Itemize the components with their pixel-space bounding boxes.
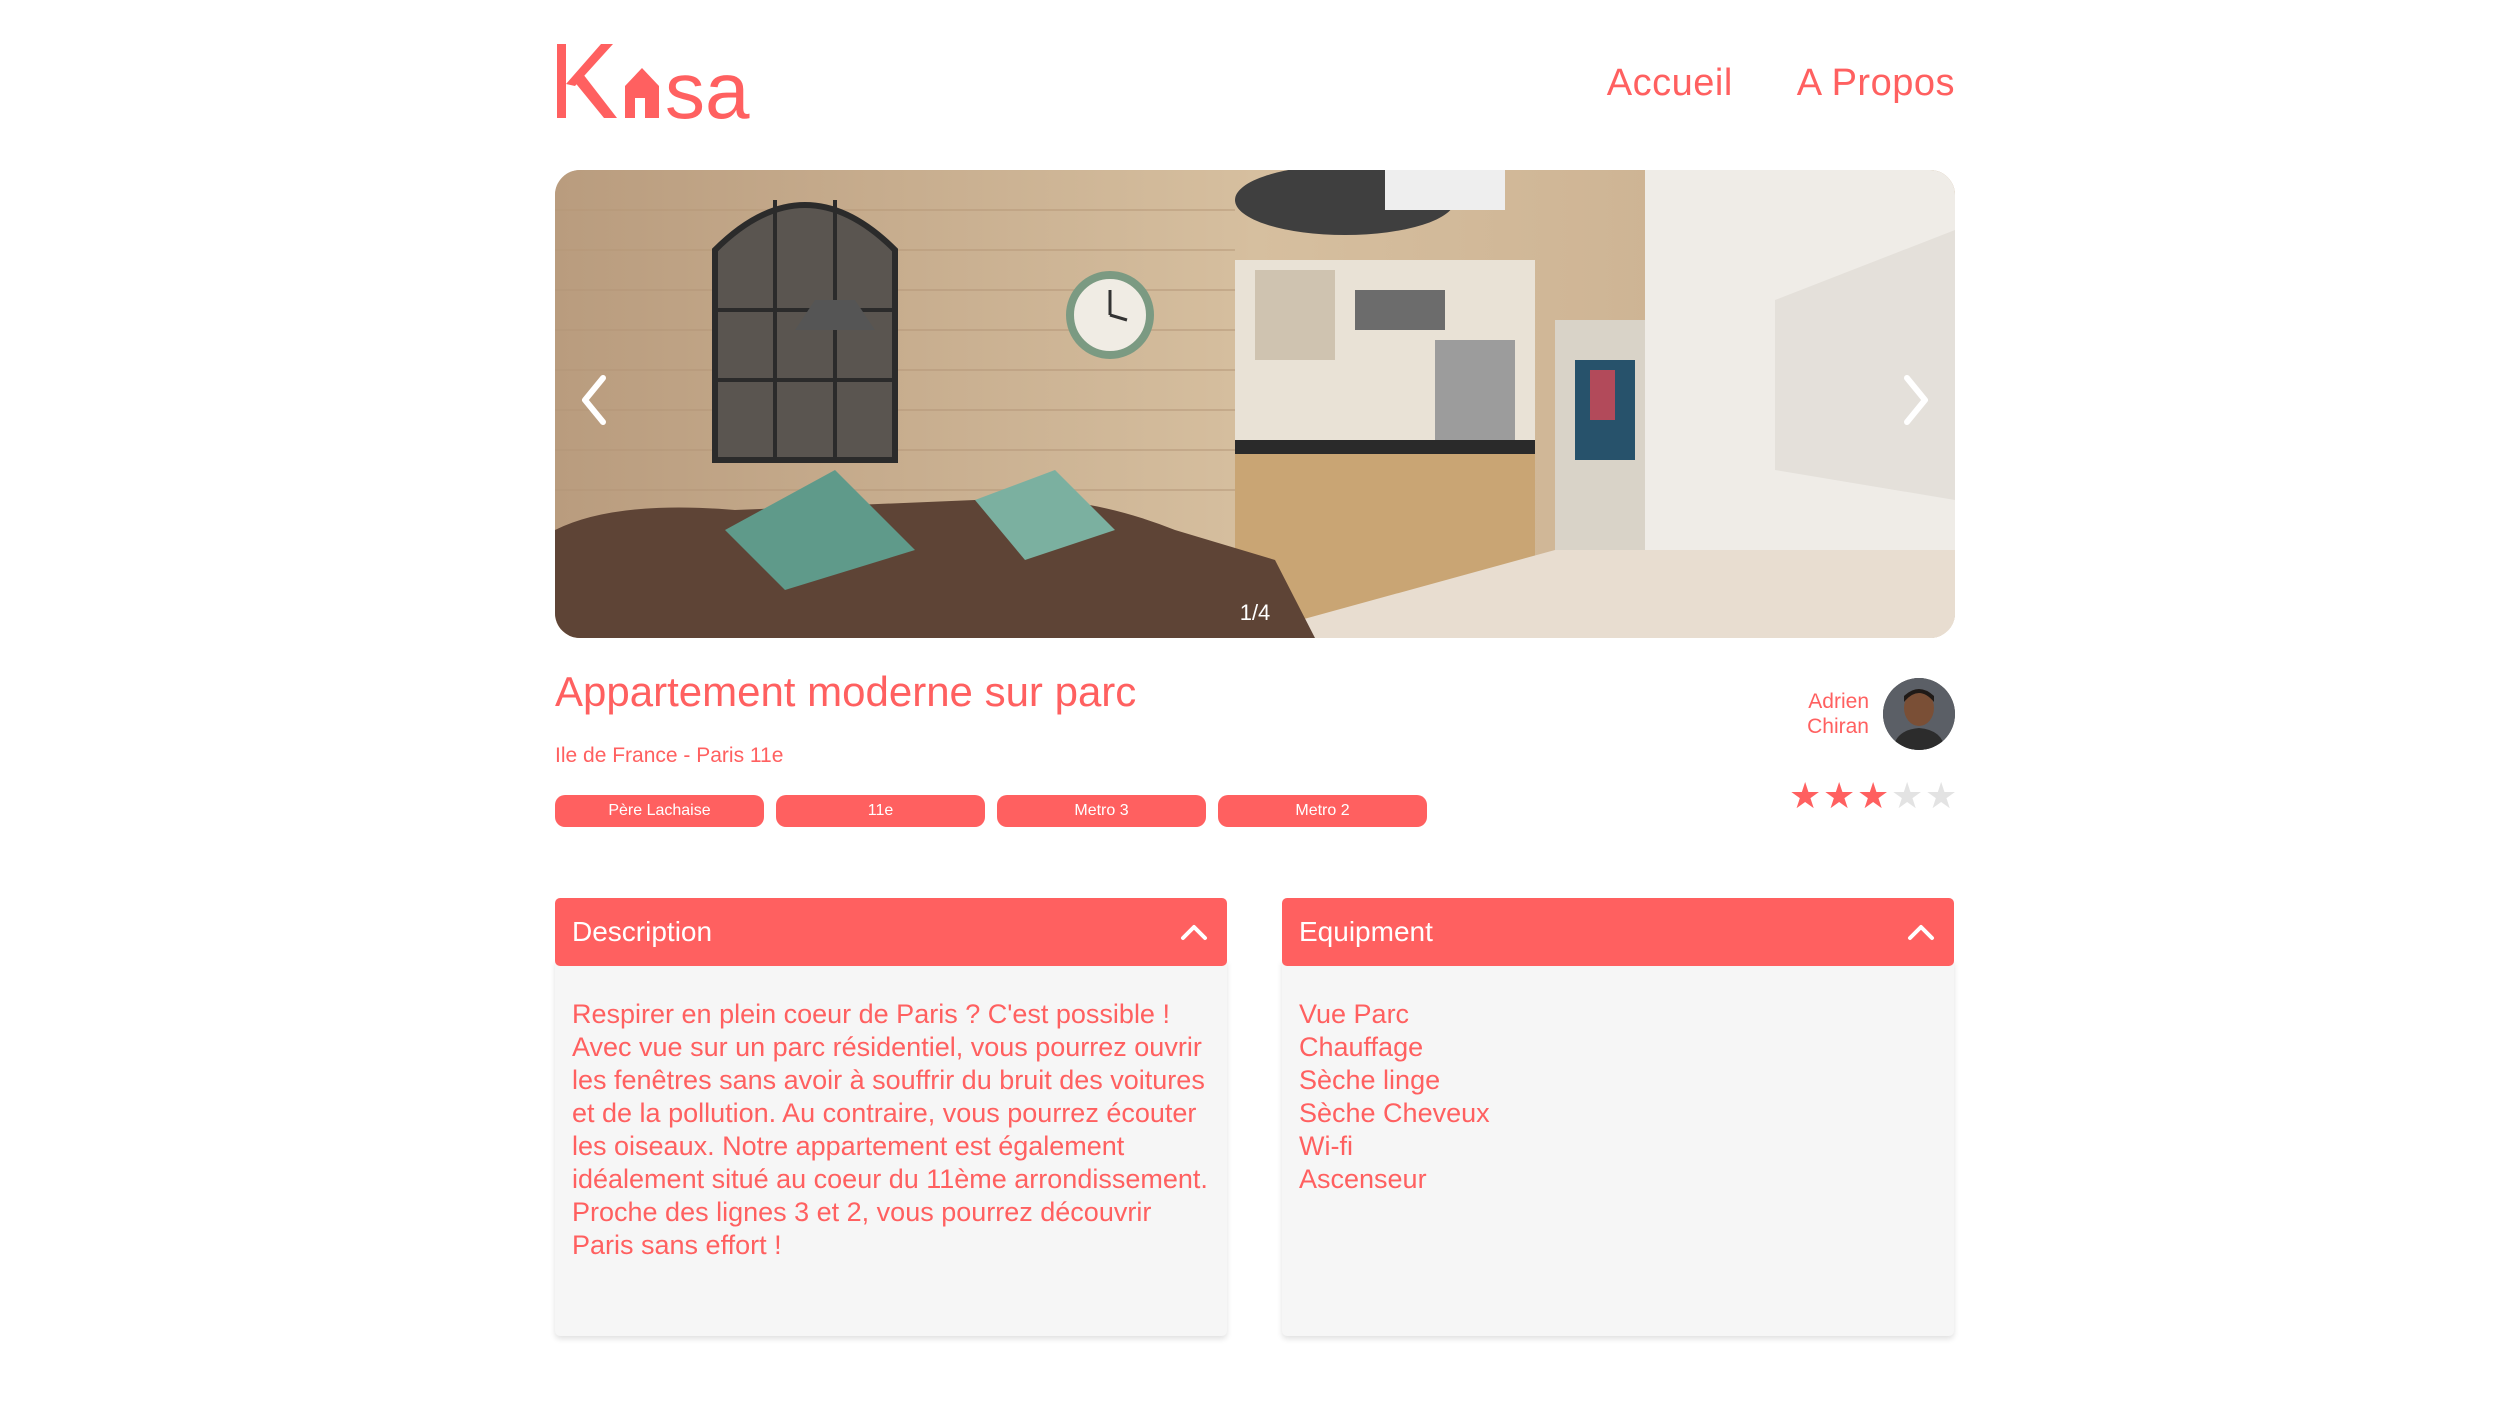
chevron-right-icon bbox=[1904, 375, 1928, 425]
kasa-logo[interactable]: sa bbox=[555, 40, 795, 135]
host-last-name: Chiran bbox=[1807, 715, 1869, 738]
previous-arrow[interactable] bbox=[565, 360, 625, 440]
nav-link-accueil[interactable]: Accueil bbox=[1607, 62, 1733, 105]
equipment-item: Ascenseur bbox=[1299, 1164, 1427, 1194]
description-toggle[interactable]: Description bbox=[555, 898, 1227, 966]
equipment-collapse: Equipment Vue Parc Chauffage Sèche linge… bbox=[1282, 898, 1954, 1336]
star-icon: ★ bbox=[1925, 775, 1958, 816]
equipment-toggle[interactable]: Equipment bbox=[1282, 898, 1954, 966]
chevron-up-icon[interactable] bbox=[1179, 922, 1209, 942]
chevron-up-icon[interactable] bbox=[1906, 922, 1936, 942]
listing-title: Appartement moderne sur parc bbox=[555, 668, 1137, 715]
rating-stars: ★ ★ ★ ★ ★ bbox=[1789, 775, 1958, 816]
equipment-item: Chauffage bbox=[1299, 1032, 1424, 1062]
description-text: Respirer en plein coeur de Paris ? C'est… bbox=[572, 999, 1208, 1260]
main-nav: Accueil A Propos bbox=[1607, 62, 1955, 105]
apartment-photo bbox=[555, 170, 1955, 638]
equipment-item: Wi-fi bbox=[1299, 1131, 1353, 1161]
tag: Metro 2 bbox=[1218, 795, 1427, 827]
gallery-counter: 1/4 bbox=[1239, 600, 1271, 625]
photo-gallery: 1/4 bbox=[555, 170, 1955, 638]
host-info: Adrien Chiran bbox=[1807, 678, 1955, 750]
host-name: Adrien Chiran bbox=[1807, 689, 1869, 739]
tag: Metro 3 bbox=[997, 795, 1206, 827]
tag: 11e bbox=[776, 795, 985, 827]
chevron-left-icon bbox=[582, 375, 606, 425]
equipment-title: Equipment bbox=[1299, 916, 1433, 947]
tag-list: Père Lachaise 11e Metro 3 Metro 2 bbox=[555, 795, 1427, 827]
equipment-body: Vue Parc Chauffage Sèche linge Sèche Che… bbox=[1282, 960, 1954, 1336]
nav-link-a-propos[interactable]: A Propos bbox=[1797, 62, 1955, 105]
equipment-item: Vue Parc bbox=[1299, 999, 1410, 1029]
tag: Père Lachaise bbox=[555, 795, 764, 827]
avatar bbox=[1883, 678, 1955, 750]
listing-location: Ile de France - Paris 11e bbox=[555, 744, 784, 767]
header: sa Accueil A Propos bbox=[555, 40, 1955, 135]
star-icon: ★ bbox=[1789, 775, 1822, 816]
description-collapse: Description Respirer en plein coeur de P… bbox=[555, 898, 1227, 1336]
host-first-name: Adrien bbox=[1808, 690, 1869, 713]
next-arrow[interactable] bbox=[1885, 360, 1945, 440]
description-body: Respirer en plein coeur de Paris ? C'est… bbox=[555, 960, 1227, 1336]
equipment-list: Vue Parc Chauffage Sèche linge Sèche Che… bbox=[1299, 998, 1937, 1196]
star-icon: ★ bbox=[1857, 775, 1890, 816]
star-icon: ★ bbox=[1823, 775, 1856, 816]
equipment-item: Sèche Cheveux bbox=[1299, 1098, 1490, 1128]
description-title: Description bbox=[572, 916, 713, 947]
star-icon: ★ bbox=[1891, 775, 1924, 816]
svg-text:sa: sa bbox=[665, 46, 750, 122]
equipment-item: Sèche linge bbox=[1299, 1065, 1441, 1095]
